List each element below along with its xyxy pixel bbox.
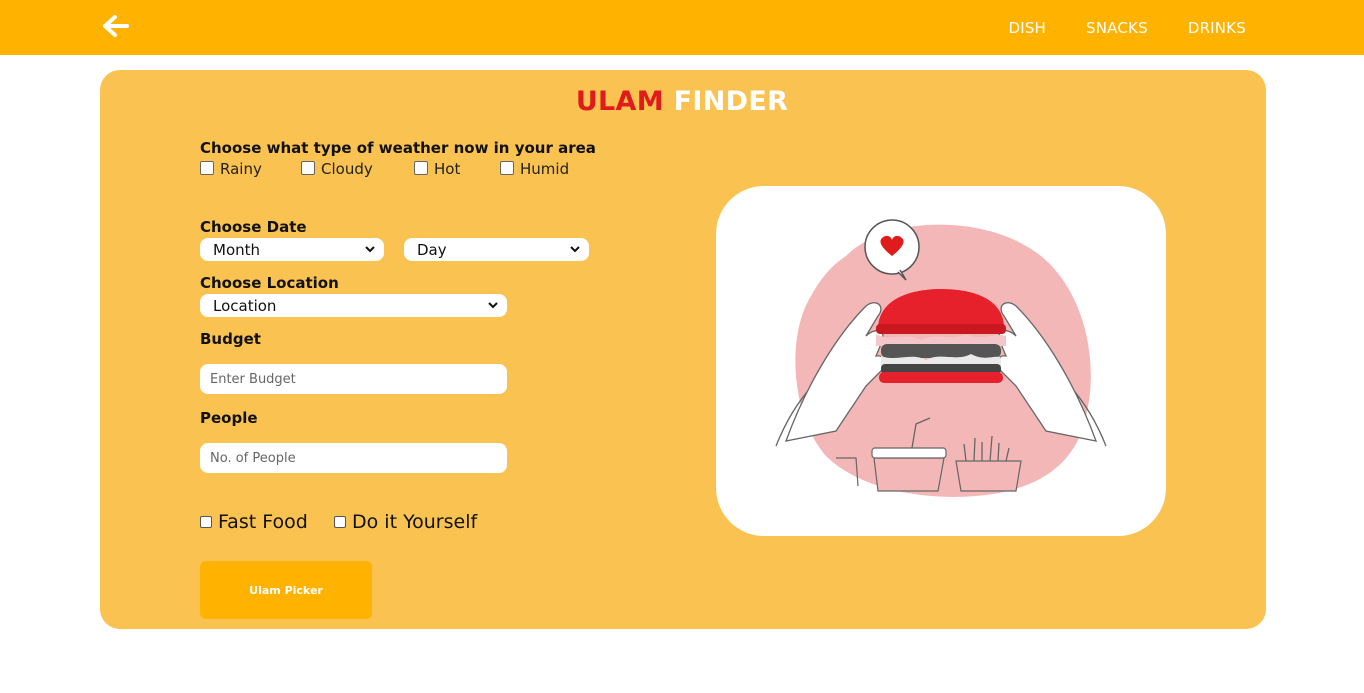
weather-rainy[interactable]: Rainy	[200, 160, 262, 178]
people-placeholder: No. of People	[210, 450, 296, 466]
fast-food-label: Fast Food	[218, 511, 308, 533]
top-navbar: DISH SNACKS DRINKS	[0, 0, 1364, 55]
budget-input[interactable]: Enter Budget	[200, 364, 507, 394]
weather-rainy-label: Rainy	[220, 160, 262, 178]
checkbox[interactable]	[301, 161, 315, 175]
weather-humid[interactable]: Humid	[500, 160, 569, 178]
location-label: Choose Location	[200, 274, 339, 292]
nav-snacks[interactable]: SNACKS	[1086, 19, 1148, 37]
weather-hot-label: Hot	[434, 160, 461, 178]
diy-option[interactable]: Do it Yourself	[334, 511, 477, 533]
people-label: People	[200, 409, 258, 427]
budget-placeholder: Enter Budget	[210, 371, 296, 387]
budget-label: Budget	[200, 330, 261, 348]
date-label: Choose Date	[200, 218, 307, 236]
chevron-down-icon	[570, 246, 580, 253]
checkbox[interactable]	[500, 161, 514, 175]
main-nav: DISH SNACKS DRINKS	[968, 0, 1246, 55]
ulam-picker-button[interactable]: Ulam Picker	[200, 561, 372, 619]
burger-illustration	[716, 186, 1166, 536]
diy-label: Do it Yourself	[352, 511, 478, 533]
checkbox[interactable]	[200, 516, 212, 528]
month-select-value: Month	[213, 240, 261, 259]
page-title: ULAM FINDER	[0, 86, 1364, 117]
checkbox[interactable]	[414, 161, 428, 175]
weather-label: Choose what type of weather now in your …	[200, 139, 596, 157]
weather-humid-label: Humid	[520, 160, 570, 178]
checkbox[interactable]	[200, 161, 214, 175]
weather-cloudy-label: Cloudy	[321, 160, 373, 178]
weather-hot[interactable]: Hot	[414, 160, 460, 178]
fast-food-option[interactable]: Fast Food	[200, 511, 308, 533]
title-ulam: ULAM	[575, 86, 664, 117]
chevron-down-icon	[488, 302, 498, 309]
nav-drinks[interactable]: DRINKS	[1188, 19, 1246, 37]
nav-dish[interactable]: DISH	[1008, 19, 1046, 37]
title-finder: FINDER	[673, 86, 789, 117]
location-select-value: Location	[213, 296, 277, 315]
location-select[interactable]: Location	[200, 294, 507, 317]
day-select-value: Day	[417, 240, 447, 259]
back-arrow-icon[interactable]	[100, 12, 130, 40]
people-input[interactable]: No. of People	[200, 443, 507, 473]
checkbox[interactable]	[334, 516, 346, 528]
month-select[interactable]: Month	[200, 238, 384, 261]
weather-cloudy[interactable]: Cloudy	[301, 160, 373, 178]
chevron-down-icon	[365, 246, 375, 253]
day-select[interactable]: Day	[404, 238, 589, 261]
